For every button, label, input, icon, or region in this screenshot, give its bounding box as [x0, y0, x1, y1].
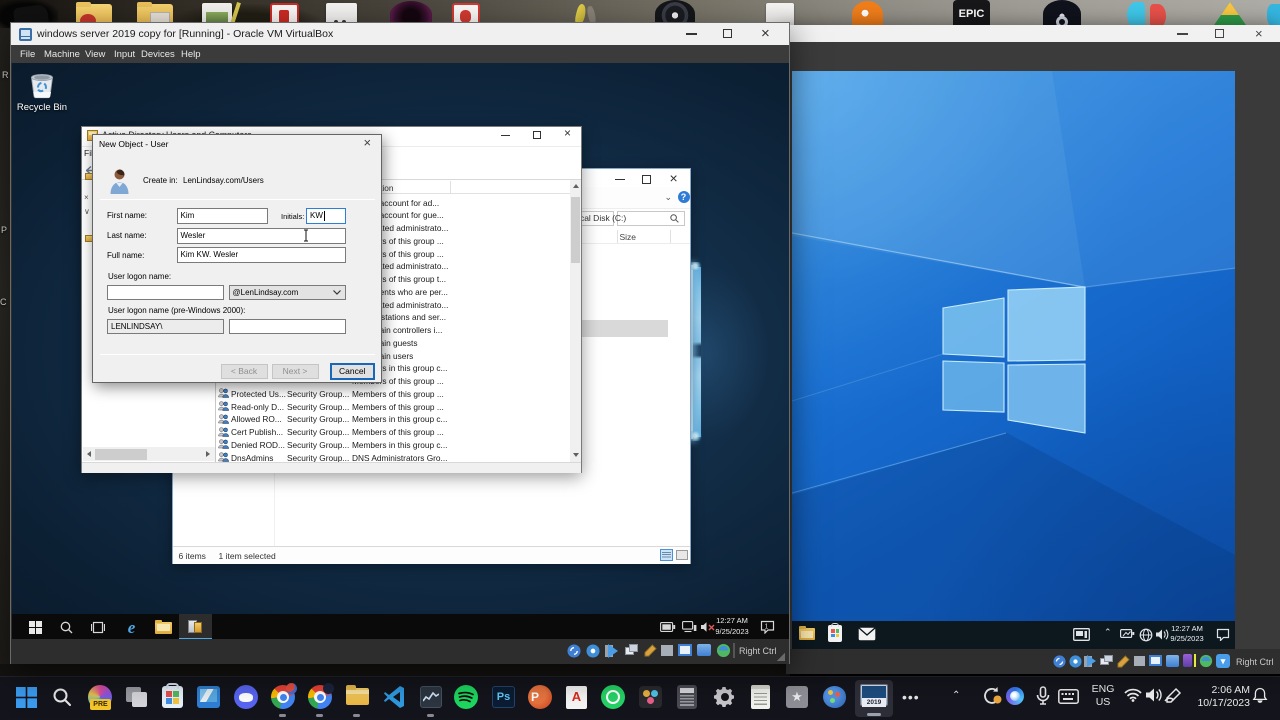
svg-text:1: 1 [765, 624, 769, 631]
